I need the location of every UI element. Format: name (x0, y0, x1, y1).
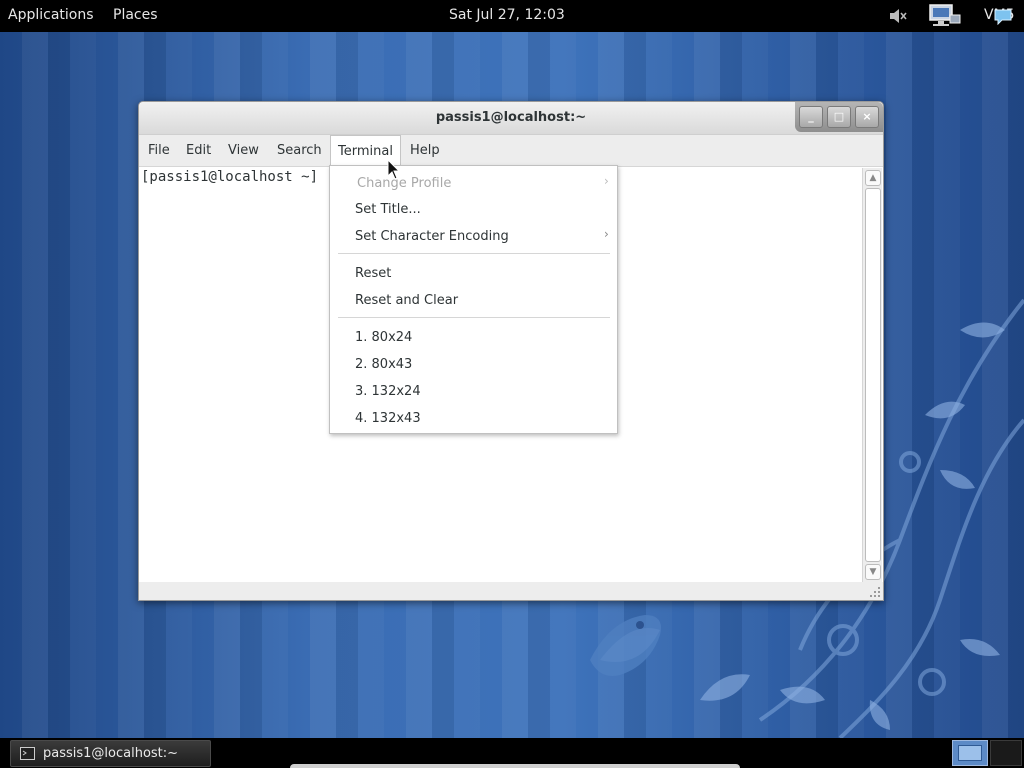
window-controls: _ □ × (795, 102, 883, 132)
submenu-arrow-icon: › (604, 227, 609, 241)
menubar: File Edit View Search Terminal Help (139, 135, 883, 167)
menu-separator (338, 253, 610, 254)
close-button[interactable]: × (855, 106, 879, 128)
window-bottom-bar (139, 582, 883, 600)
window-title: passis1@localhost:~ (435, 110, 587, 125)
network-icon[interactable] (928, 3, 962, 29)
terminal-menu-dropdown: Change Profile › Set Title... Set Charac… (329, 165, 618, 434)
maximize-button[interactable]: □ (827, 106, 851, 128)
menu-item-size-80x24[interactable]: 1. 80x24 (355, 330, 412, 345)
menu-item-size-132x24[interactable]: 3. 132x24 (355, 384, 421, 399)
scroll-up-button[interactable]: ▲ (865, 170, 881, 186)
chat-bubble-icon[interactable] (994, 9, 1012, 25)
menu-separator (338, 317, 610, 318)
menu-item-size-132x43[interactable]: 4. 132x43 (355, 411, 421, 426)
menu-help[interactable]: Help (403, 135, 447, 166)
volume-muted-icon[interactable] (888, 6, 908, 26)
menu-search[interactable]: Search (270, 135, 329, 166)
minimize-button[interactable]: _ (799, 106, 823, 128)
menu-item-reset[interactable]: Reset (355, 266, 391, 281)
submenu-arrow-icon: › (604, 174, 609, 188)
applications-menu[interactable]: Applications (8, 7, 94, 23)
menu-item-size-80x43[interactable]: 2. 80x43 (355, 357, 412, 372)
menu-edit[interactable]: Edit (179, 135, 218, 166)
resize-grip-icon[interactable] (867, 586, 881, 598)
menu-item-reset-and-clear[interactable]: Reset and Clear (355, 293, 458, 308)
terminal-prompt[interactable]: [passis1@localhost ~] (141, 169, 318, 185)
mouse-pointer-icon (387, 159, 401, 180)
taskbar-item-terminal[interactable]: passis1@localhost:~ (10, 740, 211, 767)
scroll-down-button[interactable]: ▼ (865, 564, 881, 580)
places-menu[interactable]: Places (113, 7, 158, 23)
taskbar-item-label: passis1@localhost:~ (43, 746, 179, 761)
workspace-1-switcher[interactable] (952, 740, 988, 766)
menu-file[interactable]: File (141, 135, 177, 166)
window-titlebar[interactable]: passis1@localhost:~ _ □ × (139, 102, 883, 135)
terminal-icon (20, 747, 35, 760)
workspace-2-switcher[interactable] (990, 740, 1022, 766)
menu-view[interactable]: View (221, 135, 266, 166)
menu-item-change-profile: Change Profile (357, 176, 452, 191)
scrollbar-thumb[interactable] (865, 188, 881, 562)
bottom-edge-highlight (290, 764, 740, 768)
menu-item-set-title[interactable]: Set Title... (355, 202, 421, 217)
menu-item-set-character-encoding[interactable]: Set Character Encoding (355, 229, 509, 244)
clock[interactable]: Sat Jul 27, 12:03 (449, 7, 565, 23)
vertical-scrollbar[interactable]: ▲ ▼ (862, 168, 882, 582)
top-panel: Applications Places Sat Jul 27, 12:03 VM… (0, 0, 1024, 32)
